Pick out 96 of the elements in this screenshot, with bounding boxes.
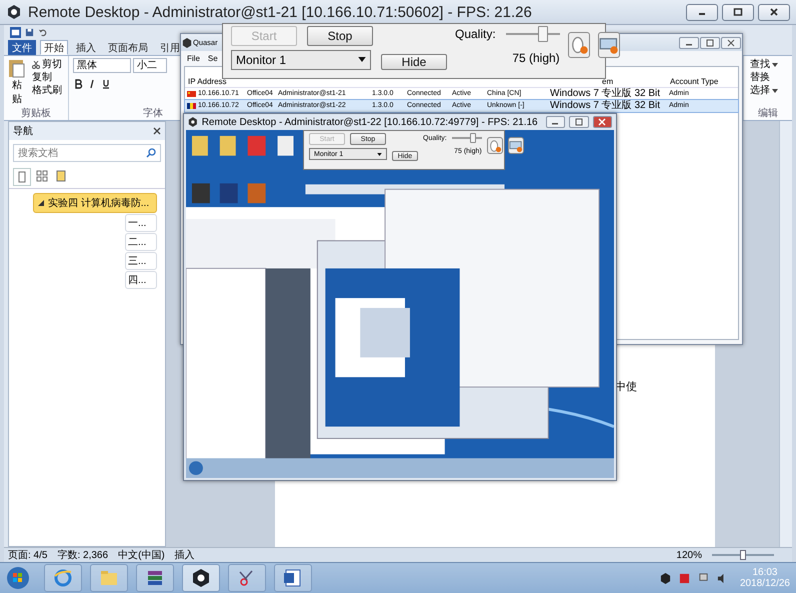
maximize-button[interactable] bbox=[569, 116, 589, 128]
underline-icon[interactable] bbox=[101, 79, 111, 89]
ribbon-tab[interactable]: 引用 bbox=[156, 40, 184, 55]
close-button[interactable] bbox=[721, 36, 741, 48]
copy-button[interactable]: 复制 bbox=[30, 71, 54, 84]
close-button[interactable] bbox=[758, 4, 790, 20]
caret-icon bbox=[377, 152, 382, 156]
app-logo-icon[interactable] bbox=[182, 564, 220, 592]
format-painter-button[interactable]: 格式刷 bbox=[30, 84, 64, 97]
pages-view-icon[interactable] bbox=[34, 168, 50, 184]
menu-item[interactable]: File bbox=[187, 54, 200, 62]
clipboard-icon bbox=[8, 58, 26, 78]
minimize-button[interactable] bbox=[679, 36, 699, 48]
paste-button[interactable]: 粘贴 bbox=[8, 58, 26, 106]
zoom-level: 120% bbox=[676, 550, 702, 560]
search-icon[interactable] bbox=[146, 148, 156, 158]
scissors-icon bbox=[32, 60, 40, 68]
column-header[interactable]: IP Address bbox=[188, 77, 227, 86]
save-icon[interactable] bbox=[25, 28, 34, 36]
scrollbar[interactable] bbox=[779, 121, 792, 547]
maximize-icon bbox=[733, 7, 743, 17]
select-button[interactable]: 选择 bbox=[748, 84, 780, 97]
flag-icon bbox=[187, 91, 196, 97]
page-count: 页面: 4/5 bbox=[8, 549, 48, 562]
app-logo-icon[interactable] bbox=[660, 572, 671, 584]
quality-reading: 75 (high) bbox=[512, 51, 560, 65]
file-tab[interactable]: 文件 bbox=[8, 40, 36, 55]
window-title: Remote Desktop - Administrator@st1-22 [10.166.10.72:49779] - FPS: 21.16 bbox=[202, 116, 538, 128]
maximize-button[interactable] bbox=[700, 36, 720, 48]
maximize-icon bbox=[706, 38, 714, 46]
font-size-field[interactable]: 小二 bbox=[133, 58, 167, 73]
replace-button[interactable]: 替换 bbox=[748, 71, 772, 84]
bold-icon[interactable] bbox=[73, 79, 83, 89]
clock-date: 2018/12/26 bbox=[740, 578, 790, 589]
caret-icon bbox=[772, 62, 778, 66]
ribbon-tab[interactable]: 页面布局 bbox=[104, 40, 152, 55]
ribbon-tab[interactable]: 开始 bbox=[40, 40, 68, 55]
find-button[interactable]: 查找 bbox=[748, 58, 780, 71]
panel-button[interactable]: Stop bbox=[307, 26, 373, 46]
minimize-button[interactable] bbox=[546, 116, 566, 128]
close-icon bbox=[769, 7, 779, 17]
language-label: 中文(中国) bbox=[118, 548, 165, 562]
caret-icon bbox=[358, 57, 366, 62]
archive-icon[interactable] bbox=[136, 564, 174, 592]
app-logo-icon bbox=[182, 38, 192, 48]
word-count: 字数: 2,366 bbox=[57, 548, 108, 562]
heading-item[interactable]: 三... bbox=[125, 252, 157, 270]
group-label: 字体 bbox=[143, 106, 163, 120]
network-icon[interactable] bbox=[698, 572, 709, 584]
table-cell: Windows 7 专业版 32 Bit bbox=[550, 88, 660, 100]
browser-icon[interactable] bbox=[44, 564, 82, 592]
monitor-dropdown[interactable]: Monitor 1 bbox=[231, 50, 371, 70]
column-header[interactable]: Account Type bbox=[670, 77, 718, 86]
antivirus-icon[interactable] bbox=[678, 572, 690, 584]
app-logo-icon bbox=[6, 4, 22, 20]
mouse-button[interactable] bbox=[568, 32, 590, 58]
menu-item[interactable]: Se bbox=[208, 54, 218, 62]
mouse-button[interactable] bbox=[486, 137, 503, 154]
close-icon[interactable] bbox=[153, 127, 161, 135]
minimize-button[interactable] bbox=[686, 4, 718, 20]
column-header[interactable]: em bbox=[602, 77, 614, 86]
close-icon bbox=[727, 38, 735, 46]
hide-button[interactable]: Hide bbox=[381, 54, 447, 70]
group-label: 剪贴板 bbox=[21, 106, 51, 120]
headings-view-icon[interactable] bbox=[13, 168, 31, 186]
maximize-icon bbox=[574, 118, 583, 126]
mouse-icon bbox=[488, 138, 502, 152]
slider-thumb[interactable] bbox=[470, 133, 476, 143]
heading-item[interactable]: 四... bbox=[125, 271, 157, 289]
word-logo-icon bbox=[10, 26, 21, 38]
app-logo-icon bbox=[188, 117, 198, 127]
heading-item[interactable]: 实验四 计算机病毒防... bbox=[33, 193, 157, 213]
heading-item[interactable]: 二... bbox=[125, 233, 157, 251]
cut-button[interactable]: 剪切 bbox=[30, 58, 64, 71]
scissors-icon[interactable] bbox=[228, 564, 266, 592]
font-name-field[interactable]: 黑体 bbox=[73, 58, 131, 73]
ribbon-tab[interactable]: 插入 bbox=[72, 40, 100, 55]
quality-label: Quality: bbox=[455, 27, 496, 41]
caret-icon bbox=[772, 88, 778, 92]
flag-icon bbox=[187, 103, 196, 109]
close-icon bbox=[598, 118, 606, 126]
start-button[interactable] bbox=[6, 566, 30, 590]
pane-title: 导航 bbox=[13, 124, 33, 138]
word-logo-icon[interactable] bbox=[274, 564, 312, 592]
insert-mode: 插入 bbox=[174, 548, 195, 562]
expand-arrow-icon[interactable] bbox=[38, 200, 44, 206]
slider-thumb[interactable] bbox=[740, 550, 746, 560]
slider-thumb[interactable] bbox=[538, 26, 548, 42]
maximize-button[interactable] bbox=[722, 4, 754, 20]
table-cell: Windows 7 专业版 32 Bit bbox=[550, 100, 660, 112]
search-field[interactable]: 搜索文档 bbox=[13, 144, 161, 162]
heading-item[interactable]: 一... bbox=[125, 214, 157, 232]
undo-icon[interactable] bbox=[38, 28, 47, 36]
window-title: Remote Desktop - Administrator@st1-21 [10.166.10.71:50602] - FPS: 21.26 bbox=[28, 4, 532, 20]
clock-time: 16:03 bbox=[752, 567, 778, 578]
group-label: 编辑 bbox=[758, 106, 778, 120]
